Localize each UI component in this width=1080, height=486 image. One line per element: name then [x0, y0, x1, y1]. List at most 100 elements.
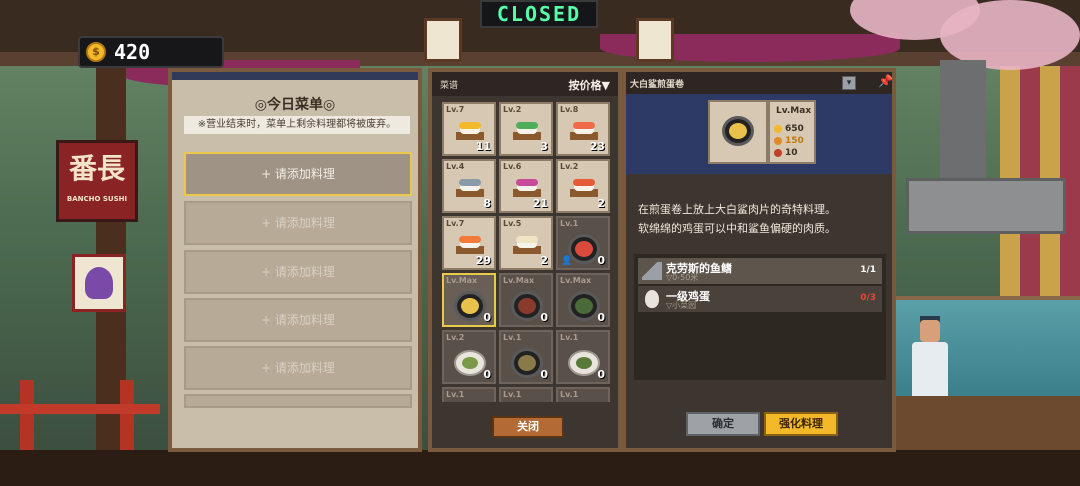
logo-main-text: 番長 — [68, 152, 125, 185]
recipe-count: 2 — [540, 254, 548, 267]
coin-icon — [774, 125, 782, 133]
recipe-count: 0 — [483, 368, 491, 381]
recipe-count: 0 — [540, 368, 548, 381]
recipe-card[interactable]: Lv.7 11 — [442, 102, 496, 156]
recipe-level: Lv.1 — [560, 390, 579, 399]
closed-sign: CLOSED — [480, 0, 598, 28]
detail-header: 大白鲨煎蛋卷 ▾ 📌 — [626, 72, 893, 94]
ingredient-row[interactable]: 克劳斯的鱼鳍 ▽0-50米 1/1 — [638, 258, 882, 284]
recipe-level: Lv.7 — [446, 219, 465, 228]
recipe-level: Lv.2 — [503, 105, 522, 114]
close-button[interactable]: 关闭 — [492, 416, 564, 438]
recipe-count: 21 — [532, 197, 548, 210]
sushi-icon — [570, 122, 598, 140]
panel-top-strip — [172, 72, 418, 80]
dish-stats: Lv.Max 650 150 10 — [768, 100, 816, 164]
upgrade-dish-button[interactable]: 强化料理 — [764, 412, 838, 436]
recipe-card[interactable]: Lv.1 👤 0 — [556, 216, 610, 270]
dish-image — [708, 100, 768, 164]
sushi-icon — [513, 179, 541, 197]
recipe-count: 8 — [483, 197, 491, 210]
recipe-count: 3 — [540, 140, 548, 153]
dish-description: 在煎蛋卷上放上大白鲨肉片的奇特料理。 软绵绵的鸡蛋可以中和鲨鱼偏硬的肉质。 — [638, 203, 836, 235]
bowl-icon — [568, 234, 600, 264]
fin-icon — [642, 262, 662, 280]
price-stat: 650 — [774, 124, 804, 134]
today-menu-panel: ◎今日菜单◎ ※营业结束时，菜单上剩余料理都将被废弃。 + 请添加料理 + 请添… — [168, 68, 422, 452]
recipe-card[interactable]: Lv.Max 0 — [556, 273, 610, 327]
sushi-icon — [513, 236, 541, 254]
recipe-count: 11 — [475, 140, 491, 153]
recipe-level: Lv.1 — [560, 219, 579, 228]
recipe-count: 23 — [589, 140, 605, 153]
confirm-button[interactable]: 确定 — [686, 412, 760, 436]
taste-value: 150 — [785, 136, 804, 146]
recipe-card[interactable]: Lv.2 2 — [556, 159, 610, 213]
egg-icon — [645, 290, 659, 308]
recipe-count: 0 — [540, 311, 548, 324]
recipe-card[interactable]: Lv.4 8 — [442, 159, 496, 213]
recipe-card[interactable]: Lv.2 0 — [442, 330, 496, 384]
recipe-card[interactable]: Lv.1 — [556, 387, 610, 402]
ingredient-source: ▽小菜园 — [666, 301, 697, 310]
taste-icon — [774, 137, 782, 145]
sushi-icon — [456, 236, 484, 254]
recipe-card[interactable]: Lv.6 21 — [499, 159, 553, 213]
recipe-level: Lv.1 — [503, 390, 522, 399]
lantern — [424, 18, 462, 62]
ingredient-count: 1/1 — [860, 265, 876, 275]
range-hood — [906, 178, 1066, 234]
recipe-panel: 菜谱 按价格▼ Lv.7 11 Lv.2 3 Lv.8 23 Lv.4 8 Lv.6 21 Lv.2… — [428, 68, 622, 452]
recipe-card[interactable]: Lv.Max 0 — [499, 273, 553, 327]
recipe-card[interactable]: Lv.1 — [499, 387, 553, 402]
sushi-icon — [570, 179, 598, 197]
recipe-card[interactable]: Lv.Max 0 — [442, 273, 496, 327]
sushi-icon — [513, 122, 541, 140]
recipe-card[interactable]: Lv.7 29 — [442, 216, 496, 270]
sort-by-price-button[interactable]: 按价格▼ — [569, 77, 610, 93]
stock-icon — [774, 149, 782, 157]
recipe-level: Lv.7 — [446, 105, 465, 114]
ingredient-list: 克劳斯的鱼鳍 ▽0-50米 1/1 一级鸡蛋 ▽小菜园 0/3 — [634, 254, 886, 380]
recipe-count: 0 — [597, 368, 605, 381]
dish-level: Lv.Max — [776, 106, 812, 116]
vent-duct — [940, 60, 986, 180]
recipe-card[interactable]: Lv.1 0 — [556, 330, 610, 384]
coin-counter: $ 420 — [78, 36, 224, 68]
recipe-card[interactable]: Lv.5 2 — [499, 216, 553, 270]
menu-slot[interactable]: + 请添加料理 — [184, 298, 412, 342]
recipe-count: 0 — [597, 311, 605, 324]
recipe-card[interactable]: Lv.1 0 — [499, 330, 553, 384]
menu-slot[interactable]: + 请添加料理 — [184, 152, 412, 196]
ingredient-source: ▽0-50米 — [666, 273, 699, 282]
menu-slot[interactable]: + 请添加料理 — [184, 250, 412, 294]
bowl-icon — [454, 291, 486, 321]
pin-icon[interactable]: 📌 — [878, 74, 893, 88]
lantern — [636, 18, 674, 62]
collapse-button[interactable]: ▾ — [842, 76, 856, 90]
coin-value: 420 — [114, 40, 151, 64]
floor — [0, 450, 1080, 486]
recipe-level: Lv.6 — [503, 162, 522, 171]
octopus-banner — [72, 254, 126, 312]
recipe-count: 0 — [483, 311, 491, 324]
recipe-count: 0 — [597, 254, 605, 267]
menu-slot[interactable]: + 请添加料理 — [184, 346, 412, 390]
plate-icon — [454, 350, 486, 376]
recipe-card[interactable]: Lv.8 23 — [556, 102, 610, 156]
recipe-level: Lv.Max — [503, 276, 535, 285]
recipe-level: Lv.2 — [446, 333, 465, 342]
coin-icon: $ — [86, 42, 106, 62]
torii-gate — [0, 380, 160, 450]
menu-slot[interactable]: + 请添加料理 — [184, 201, 412, 245]
recipe-card[interactable]: Lv.2 3 — [499, 102, 553, 156]
octopus-icon — [85, 267, 113, 299]
recipe-header-label: 菜谱 — [440, 81, 459, 91]
taste-stat: 150 — [774, 136, 804, 146]
omelette-bowl-icon — [722, 116, 754, 146]
recipe-level: Lv.1 — [503, 333, 522, 342]
menu-slot[interactable] — [184, 394, 412, 408]
ingredient-row[interactable]: 一级鸡蛋 ▽小菜园 0/3 — [638, 286, 882, 312]
logo-sub-text: BANCHO SUSHI — [66, 195, 128, 203]
recipe-card[interactable]: Lv.1 — [442, 387, 496, 402]
